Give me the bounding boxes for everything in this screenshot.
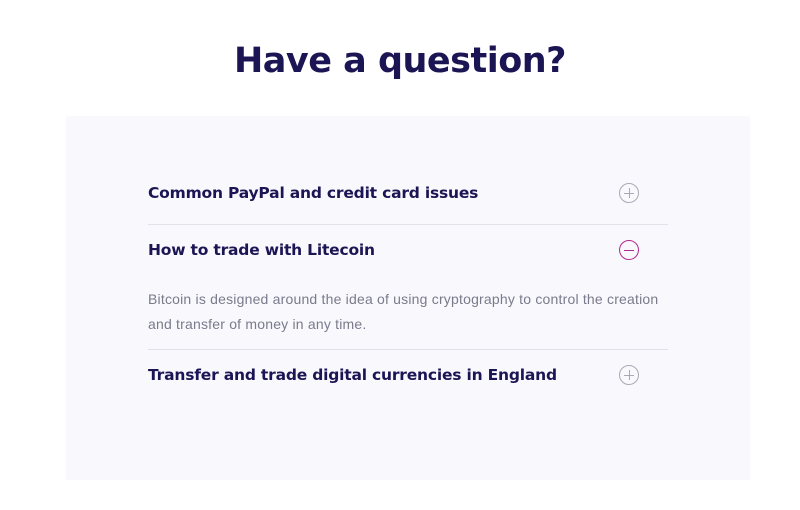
plus-circle-icon[interactable] (619, 365, 639, 385)
faq-question-button[interactable]: Transfer and trade digital currencies in… (148, 350, 668, 406)
faq-question-label: How to trade with Litecoin (148, 241, 375, 259)
faq-item-paypal-issues: Common PayPal and credit card issues (148, 168, 668, 225)
faq-answer: Bitcoin is designed around the idea of u… (148, 291, 659, 332)
faq-question-button[interactable]: Common PayPal and credit card issues (148, 168, 668, 224)
faq-question-label: Common PayPal and credit card issues (148, 184, 479, 202)
page-title: Have a question? (234, 41, 567, 81)
faq-item-england-currencies: Transfer and trade digital currencies in… (148, 350, 668, 406)
faq-question-button[interactable]: How to trade with Litecoin (148, 225, 668, 281)
faq-item-litecoin: How to trade with Litecoin Bitcoin is de… (148, 225, 668, 350)
plus-circle-icon[interactable] (619, 183, 639, 203)
minus-circle-icon[interactable] (619, 240, 639, 260)
faq-list: Common PayPal and credit card issues How… (148, 168, 668, 406)
faq-panel: Common PayPal and credit card issues How… (66, 116, 750, 480)
faq-question-label: Transfer and trade digital currencies in… (148, 366, 557, 384)
